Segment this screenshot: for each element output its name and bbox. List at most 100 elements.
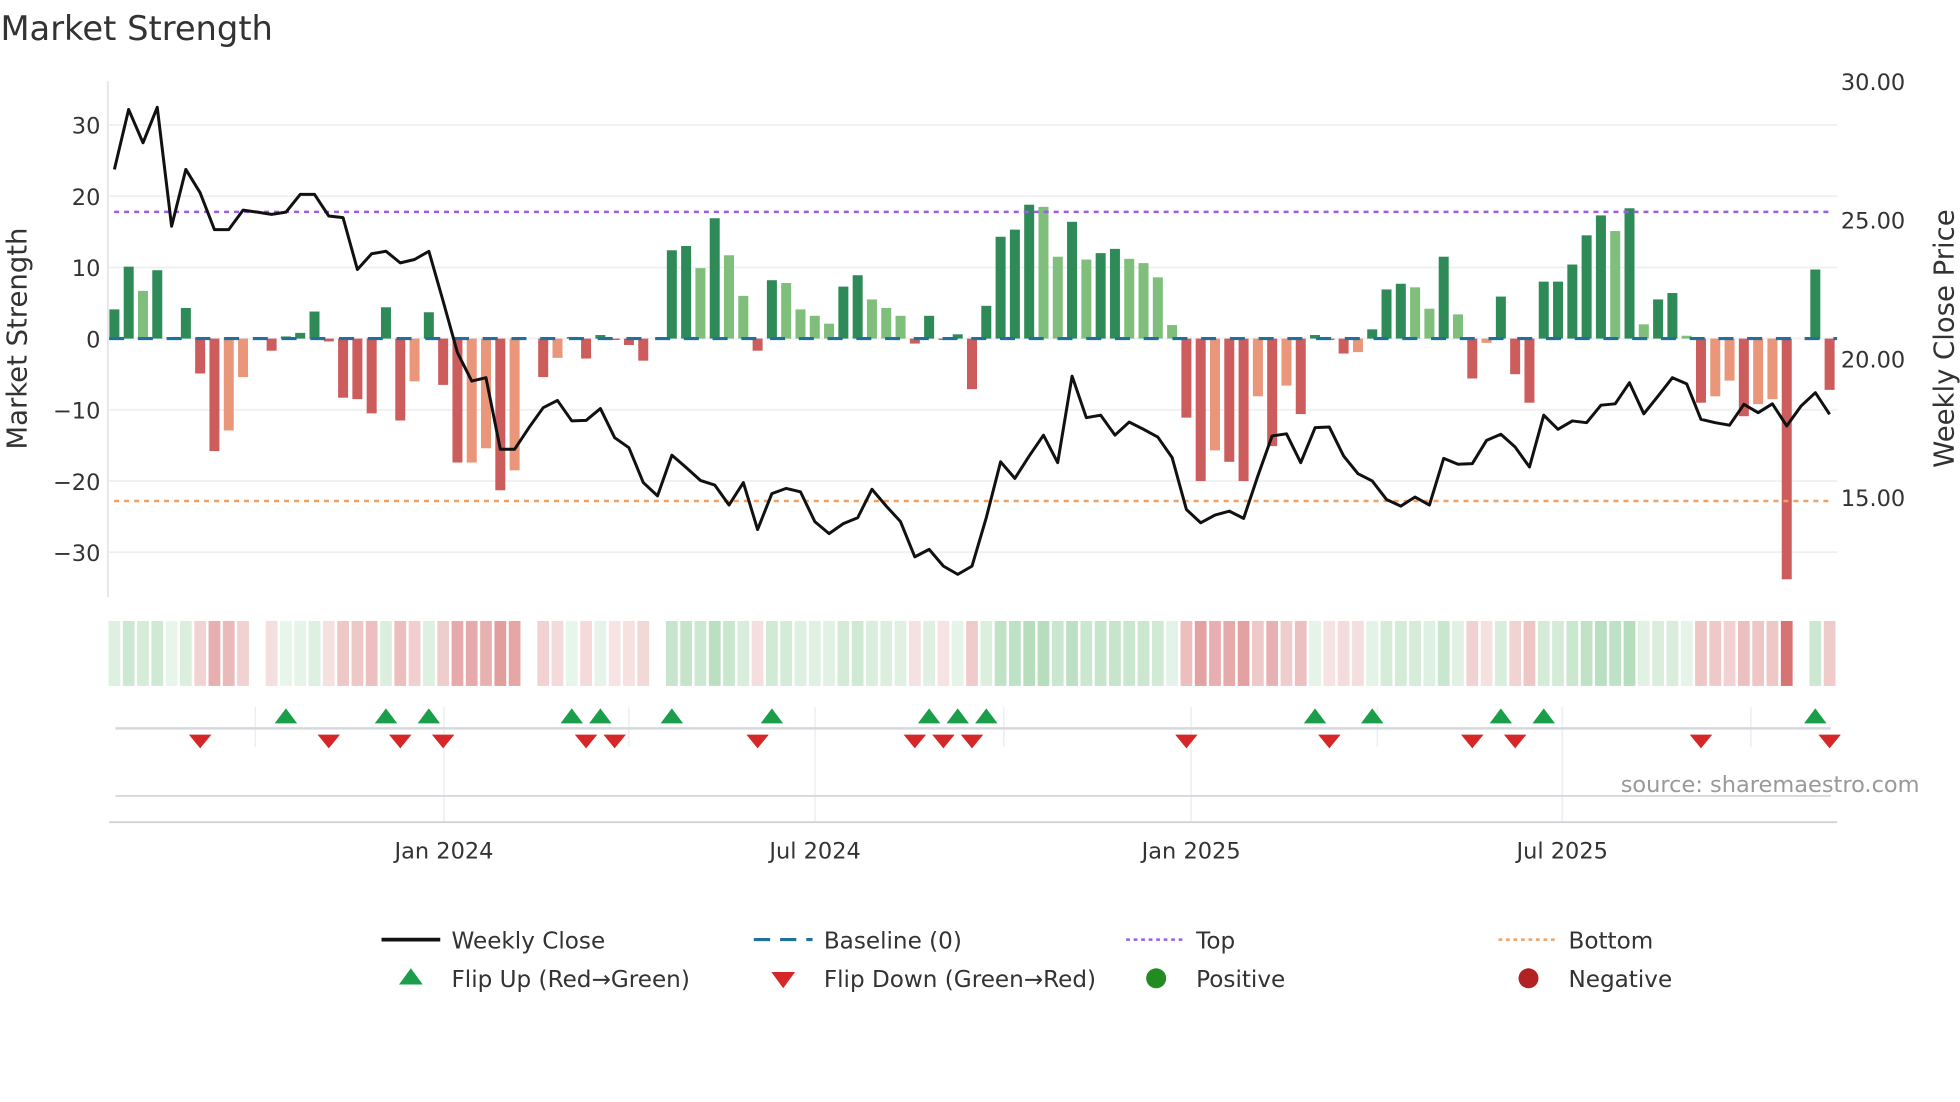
strength-strip-cell bbox=[365, 620, 378, 686]
strength-bar bbox=[195, 338, 206, 374]
x-axis: Jan 2024 Jul 2024 Jan 2025 Jul 2025 bbox=[393, 838, 1608, 864]
flip-down-marker bbox=[1461, 734, 1484, 749]
strength-strip-cell bbox=[1695, 620, 1707, 686]
strength-bar bbox=[695, 268, 706, 339]
strength-bar bbox=[1067, 221, 1078, 339]
strength-strip-cell bbox=[1237, 620, 1250, 686]
strength-strip-cell bbox=[851, 620, 864, 686]
flip-down-marker bbox=[1818, 734, 1841, 749]
strength-strip-cell bbox=[1023, 620, 1036, 686]
strength-strip-cell bbox=[694, 620, 707, 686]
strength-bar bbox=[1338, 338, 1349, 354]
strength-strip-cell bbox=[937, 620, 950, 686]
strength-strip-cell bbox=[880, 620, 893, 686]
strength-bar bbox=[709, 218, 720, 339]
strength-strip-cell bbox=[766, 620, 778, 686]
strength-bar bbox=[1638, 324, 1649, 339]
strength-strip-cell bbox=[322, 620, 335, 686]
strength-strip-cell bbox=[394, 620, 407, 686]
flip-up-marker bbox=[417, 708, 441, 724]
flip-up-marker bbox=[1360, 708, 1384, 724]
strength-bar bbox=[295, 332, 306, 339]
flip-down-marker bbox=[932, 734, 955, 749]
strength-bar bbox=[895, 315, 906, 339]
strength-bar bbox=[924, 315, 935, 339]
strength-bar bbox=[1424, 308, 1435, 339]
strength-strip-cell bbox=[1623, 620, 1636, 686]
strength-bar bbox=[1009, 229, 1020, 339]
y-tick-label: 10 bbox=[72, 256, 101, 282]
legend-label: Flip Down (Green→Red) bbox=[824, 967, 1096, 993]
strength-strip-cell bbox=[1609, 620, 1622, 686]
flip-down-marker bbox=[1318, 734, 1341, 749]
strength-bar bbox=[438, 338, 449, 385]
strength-strip-cell bbox=[1666, 620, 1679, 686]
strength-strip-cell bbox=[122, 620, 135, 686]
strength-bar bbox=[995, 236, 1006, 339]
strength-bar bbox=[1710, 338, 1721, 397]
flip-up-marker bbox=[660, 708, 684, 724]
strength-bar bbox=[1467, 338, 1478, 379]
strength-strip-cell bbox=[1109, 620, 1121, 686]
strength-strip-cell bbox=[408, 620, 421, 686]
strength-strip-cell bbox=[351, 620, 364, 686]
strength-strip-cell bbox=[1509, 620, 1522, 686]
strength-bar bbox=[180, 307, 191, 339]
strength-bar bbox=[152, 270, 163, 339]
strength-bar bbox=[495, 338, 506, 491]
circle-icon bbox=[1146, 968, 1167, 989]
strength-bar bbox=[1295, 338, 1306, 415]
strength-strip-cell bbox=[337, 620, 349, 686]
flip-up-marker bbox=[1303, 708, 1327, 724]
strength-bar bbox=[1081, 259, 1092, 339]
strength-strip-cell bbox=[1580, 620, 1593, 686]
strength-bar bbox=[724, 255, 735, 339]
strength-strip-cell bbox=[1737, 620, 1750, 686]
strength-bar bbox=[1438, 256, 1449, 339]
strength-bar bbox=[137, 290, 148, 339]
flip-up-marker bbox=[760, 708, 784, 724]
strength-bar bbox=[1238, 338, 1249, 482]
strength-strip-cell bbox=[1294, 620, 1307, 686]
strength-strip-cell bbox=[1066, 620, 1078, 686]
legend-label: Flip Up (Red→Green) bbox=[451, 967, 689, 993]
strength-bar bbox=[1724, 338, 1735, 381]
strength-strip-cell bbox=[294, 620, 307, 686]
strength-strip-cell bbox=[508, 620, 521, 686]
strength-strip-cell bbox=[1780, 620, 1793, 686]
legend-label: Top bbox=[1195, 928, 1235, 954]
y-tick-label: 20 bbox=[72, 185, 101, 211]
strength-bar bbox=[1595, 215, 1606, 339]
y2-axis-title: Weekly Close Price bbox=[1928, 209, 1960, 467]
strength-bar bbox=[666, 250, 677, 339]
strength-strip-cell bbox=[1409, 620, 1421, 686]
strength-bar bbox=[1610, 231, 1621, 339]
strength-strip-cell bbox=[208, 620, 221, 686]
legend-label: Negative bbox=[1568, 967, 1672, 993]
flip-up-marker bbox=[589, 708, 612, 724]
strength-strip-cell bbox=[1823, 620, 1836, 686]
strength-strip-cell bbox=[1266, 620, 1279, 686]
strength-bar bbox=[1195, 338, 1206, 482]
strength-strip-cell bbox=[908, 620, 921, 686]
strength-bar bbox=[238, 338, 249, 378]
strength-bar bbox=[881, 307, 892, 339]
strength-bar bbox=[1095, 253, 1106, 339]
strength-strip-cell bbox=[951, 620, 964, 686]
strength-strip-cell bbox=[1709, 620, 1722, 686]
strength-strip-cell bbox=[580, 620, 592, 686]
strength-strip-cell bbox=[665, 620, 678, 686]
triangle-up-icon bbox=[399, 968, 423, 985]
strength-bar bbox=[1452, 314, 1463, 339]
strength-bar bbox=[1410, 287, 1421, 339]
strength-bar bbox=[109, 309, 120, 339]
flip-down-marker bbox=[746, 734, 769, 749]
x-tick-label: Jan 2024 bbox=[393, 838, 494, 864]
strength-strip-cell bbox=[108, 620, 121, 686]
legend-item-weekly-close: Weekly Close bbox=[381, 928, 605, 954]
strength-bar bbox=[466, 338, 477, 463]
strength-strip-cell bbox=[794, 620, 807, 686]
strength-bar bbox=[1052, 256, 1063, 339]
strength-bar bbox=[409, 338, 420, 382]
flip-down-marker bbox=[903, 734, 927, 749]
